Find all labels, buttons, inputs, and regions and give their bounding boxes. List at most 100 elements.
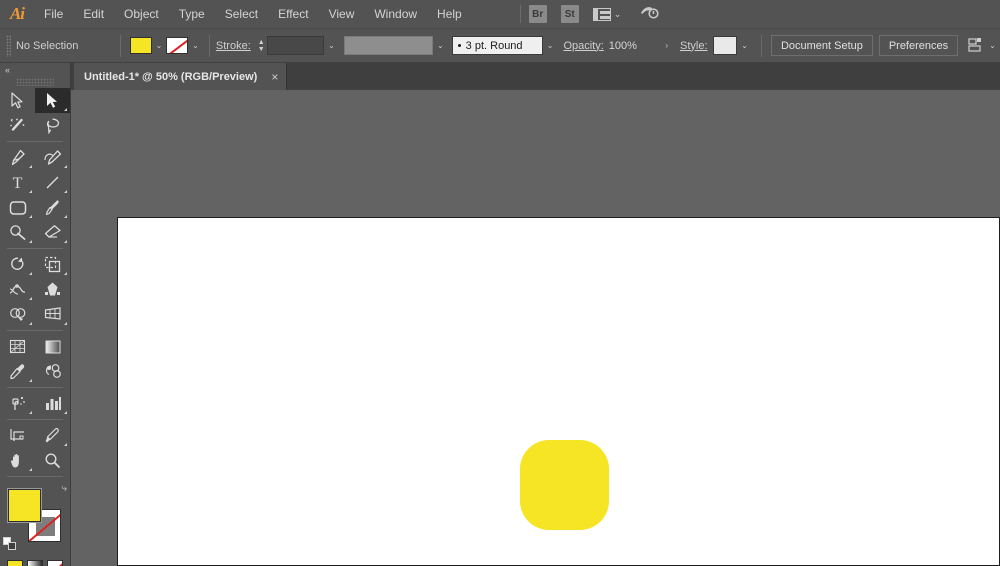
free-transform-icon bbox=[45, 282, 60, 296]
color-mode-button[interactable] bbox=[7, 560, 23, 566]
direct-selection-tool[interactable] bbox=[35, 88, 70, 113]
menu-view[interactable]: View bbox=[319, 0, 365, 29]
menu-file[interactable]: File bbox=[34, 0, 73, 29]
flyout-indicator bbox=[64, 411, 67, 414]
flyout-indicator bbox=[29, 215, 32, 218]
none-mode-button[interactable] bbox=[47, 560, 63, 566]
brush-definition-dropdown[interactable]: 3 pt. Round bbox=[451, 36, 543, 55]
stroke-weight-label[interactable]: Stroke: bbox=[216, 40, 251, 52]
document-tab-bar: Untitled-1* @ 50% (RGB/Preview) × bbox=[0, 63, 1000, 90]
default-fill-stroke-icon[interactable] bbox=[3, 537, 16, 550]
tool-group-divider bbox=[7, 248, 63, 249]
zoom-tool[interactable] bbox=[35, 448, 70, 473]
workspace-switcher-icon[interactable]: ⌄ bbox=[592, 7, 621, 21]
hand-tool[interactable] bbox=[0, 448, 35, 473]
style-chevron-down-icon[interactable]: ⌄ bbox=[737, 37, 752, 54]
artboard-tool[interactable] bbox=[0, 423, 35, 448]
rectangle-tool[interactable] bbox=[0, 195, 35, 220]
stock-icon[interactable]: St bbox=[560, 5, 579, 23]
column-graph-tool[interactable] bbox=[35, 391, 70, 416]
stroke-weight-chevron-down-icon[interactable]: ⌄ bbox=[324, 37, 339, 54]
close-icon[interactable]: × bbox=[271, 71, 278, 83]
column-graph-icon bbox=[45, 397, 61, 410]
shaper-tool[interactable] bbox=[0, 220, 35, 245]
menu-help[interactable]: Help bbox=[427, 0, 472, 29]
tools-panel-grip[interactable] bbox=[16, 78, 54, 86]
shape-builder-tool[interactable] bbox=[0, 302, 35, 327]
pen-tool[interactable] bbox=[0, 145, 35, 170]
stroke-chevron-down-icon[interactable]: ⌄ bbox=[188, 37, 203, 54]
eyedropper-tool[interactable] bbox=[0, 359, 35, 384]
blend-tool[interactable] bbox=[35, 359, 70, 384]
slice-tool[interactable] bbox=[35, 423, 70, 448]
fill-chevron-down-icon[interactable]: ⌄ bbox=[152, 37, 167, 54]
gradient-mode-button[interactable] bbox=[27, 560, 43, 566]
align-chevron-down-icon[interactable]: ⌄ bbox=[985, 37, 1000, 54]
symbol-sprayer-tool[interactable] bbox=[0, 391, 35, 416]
opacity-more-options-icon[interactable]: › bbox=[659, 37, 674, 54]
artboard-icon bbox=[9, 429, 24, 441]
brush-chevron-down-icon[interactable]: ⌄ bbox=[543, 37, 558, 54]
lasso-tool[interactable] bbox=[35, 113, 70, 138]
variable-width-profile-dropdown[interactable] bbox=[343, 36, 433, 55]
width-tool[interactable] bbox=[0, 277, 35, 302]
document-tab[interactable]: Untitled-1* @ 50% (RGB/Preview) × bbox=[74, 63, 288, 90]
rectangle-icon bbox=[9, 200, 26, 215]
magic-wand-tool[interactable] bbox=[0, 113, 35, 138]
flyout-indicator bbox=[64, 272, 67, 275]
menu-effect[interactable]: Effect bbox=[268, 0, 318, 29]
menu-select[interactable]: Select bbox=[215, 0, 268, 29]
stroke-color-swatch[interactable] bbox=[166, 37, 189, 54]
gradient-tool[interactable] bbox=[35, 334, 70, 359]
menu-edit[interactable]: Edit bbox=[73, 0, 114, 29]
type-tool[interactable]: T bbox=[0, 170, 35, 195]
selection-tool[interactable] bbox=[0, 88, 35, 113]
fill-color-swatch[interactable] bbox=[129, 37, 152, 54]
flyout-indicator bbox=[29, 322, 32, 325]
opacity-label[interactable]: Opacity: bbox=[563, 40, 603, 52]
lasso-icon bbox=[46, 118, 60, 134]
artboard[interactable] bbox=[117, 217, 1000, 566]
align-glyph bbox=[968, 38, 982, 52]
bridge-icon[interactable]: Br bbox=[528, 5, 547, 23]
selection-status-label: No Selection bbox=[15, 39, 79, 52]
symbol-sprayer-icon bbox=[11, 396, 25, 410]
align-objects-icon[interactable] bbox=[968, 38, 985, 53]
rounded-rectangle-shape[interactable] bbox=[520, 440, 609, 530]
flyout-indicator bbox=[64, 443, 67, 446]
search-help-icon[interactable] bbox=[639, 4, 659, 24]
graphic-style-swatch[interactable] bbox=[713, 36, 738, 55]
perspective-grid-tool[interactable] bbox=[35, 302, 70, 327]
divider bbox=[119, 34, 121, 57]
flyout-indicator bbox=[29, 165, 32, 168]
variable-width-chevron-down-icon[interactable]: ⌄ bbox=[433, 37, 448, 54]
document-setup-button[interactable]: Document Setup bbox=[770, 35, 873, 56]
menu-window[interactable]: Window bbox=[364, 0, 427, 29]
scale-tool[interactable] bbox=[35, 252, 70, 277]
illustrator-window: Ai File Edit Object Type Select Effect V… bbox=[0, 0, 1000, 566]
rotate-tool[interactable] bbox=[0, 252, 35, 277]
free-transform-tool[interactable] bbox=[35, 277, 70, 302]
brush-definition-label: 3 pt. Round bbox=[465, 39, 523, 52]
divider bbox=[760, 34, 762, 57]
style-label[interactable]: Style: bbox=[680, 40, 708, 52]
eraser-tool[interactable] bbox=[35, 220, 70, 245]
mesh-tool[interactable] bbox=[0, 334, 35, 359]
flyout-indicator bbox=[64, 215, 67, 218]
tool-group-divider bbox=[7, 387, 63, 388]
canvas-area[interactable] bbox=[71, 90, 1000, 566]
menu-object[interactable]: Object bbox=[114, 0, 169, 29]
preferences-button[interactable]: Preferences bbox=[878, 35, 959, 56]
width-icon bbox=[9, 284, 25, 295]
opacity-input[interactable]: 100% bbox=[604, 36, 659, 55]
collapse-panel-icon[interactable]: « bbox=[5, 65, 10, 75]
swap-fill-stroke-icon[interactable]: ⤷ bbox=[61, 483, 67, 494]
line-segment-tool[interactable] bbox=[35, 170, 70, 195]
stroke-weight-input[interactable] bbox=[266, 36, 325, 55]
control-bar-grip[interactable] bbox=[6, 34, 11, 57]
stroke-weight-stepper[interactable]: ▲ ▼ bbox=[256, 36, 267, 55]
menu-type[interactable]: Type bbox=[169, 0, 215, 29]
curvature-tool[interactable] bbox=[35, 145, 70, 170]
paintbrush-tool[interactable] bbox=[35, 195, 70, 220]
fill-indicator[interactable] bbox=[8, 489, 41, 522]
